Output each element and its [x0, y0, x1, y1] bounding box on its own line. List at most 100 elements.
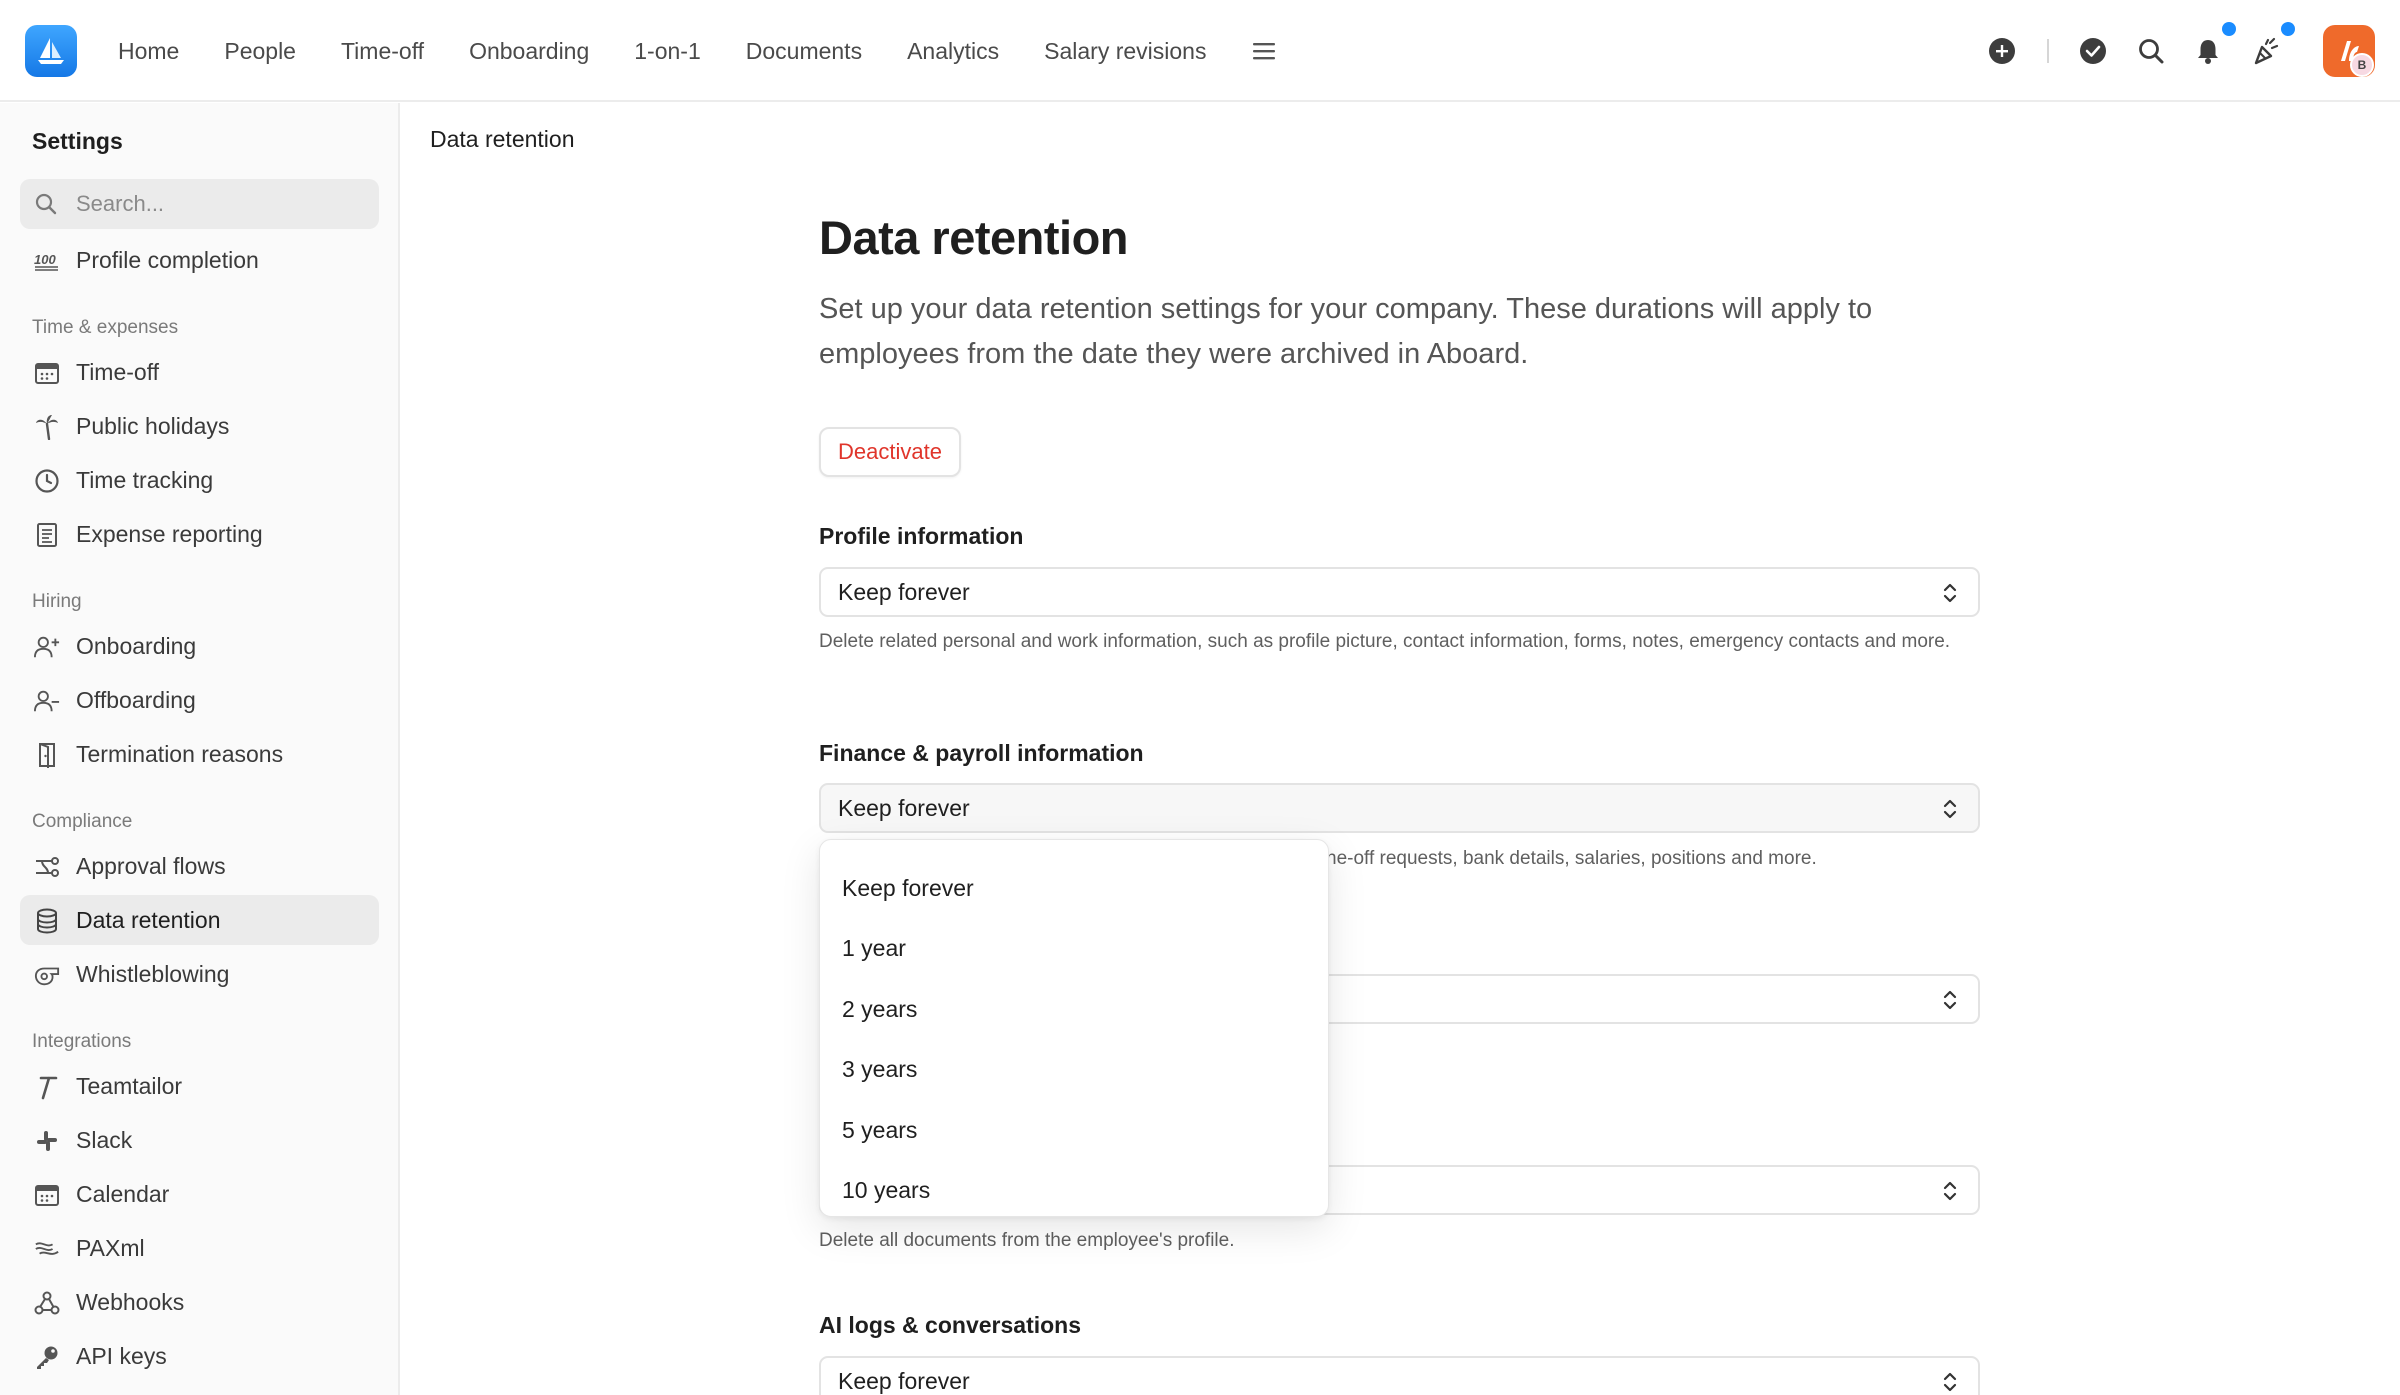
- sidebar-item-api-keys[interactable]: API keys: [20, 1331, 379, 1381]
- user-minus-icon: [34, 688, 60, 714]
- database-icon: [34, 908, 60, 934]
- dropdown-option-keep-forever[interactable]: Keep forever: [820, 858, 1328, 919]
- door-icon: [34, 742, 60, 768]
- field-label: Finance & payroll information: [819, 740, 1144, 766]
- notification-dot: [2222, 22, 2236, 36]
- sidebar-item-public-holidays[interactable]: Public holidays: [20, 401, 379, 451]
- sidebar-item-label: Time-off: [76, 358, 160, 385]
- sidebar-item-onboarding[interactable]: Onboarding: [20, 621, 379, 671]
- toolbar-divider: [2047, 39, 2049, 63]
- sidebar-section-title: Hiring: [32, 591, 82, 612]
- sidebar-item-label: Approval flows: [76, 852, 226, 879]
- sidebar-item-time-tracking[interactable]: Time tracking: [20, 455, 379, 505]
- sidebar-title: Settings: [32, 128, 123, 154]
- sidebar-item-label: Expense reporting: [76, 520, 263, 547]
- nav-home[interactable]: Home: [118, 38, 179, 65]
- sidebar-item-label: Teamtailor: [76, 1072, 183, 1099]
- svg-text:100: 100: [34, 252, 56, 267]
- sidebar-item-calendar[interactable]: Calendar: [20, 1169, 379, 1219]
- sidebar-item-label: PAXml: [76, 1234, 145, 1261]
- hundred-icon: 100: [34, 248, 60, 274]
- sidebar-item-label: Data retention: [76, 906, 221, 933]
- sidebar-item-teamtailor[interactable]: Teamtailor: [20, 1061, 379, 1111]
- dropdown-option-2-years[interactable]: 2 years: [820, 979, 1328, 1040]
- sidebar-section-title: Integrations: [32, 1031, 132, 1052]
- dropdown-option-5-years[interactable]: 5 years: [820, 1100, 1328, 1161]
- ai-logs-select[interactable]: Keep forever: [819, 1356, 1980, 1395]
- settings-sidebar: Settings Search... 100 Profile completio…: [0, 103, 400, 1395]
- avatar-badge: B: [2350, 53, 2374, 77]
- flow-icon: [34, 854, 60, 880]
- sidebar-item-expense-reporting[interactable]: Expense reporting: [20, 509, 379, 559]
- field-help-text: Delete related personal and work informa…: [819, 631, 1951, 652]
- search-icon[interactable]: [2133, 33, 2169, 69]
- webhook-icon: [34, 1290, 60, 1316]
- main-content: Data retention Set up your data retentio…: [819, 210, 1980, 477]
- celebration-icon[interactable]: [2249, 33, 2285, 69]
- paxml-icon: [34, 1236, 60, 1262]
- sailboat-icon: [38, 38, 64, 64]
- select-value: Keep forever: [838, 794, 970, 821]
- field-help-text: Delete all documents from the employee's…: [819, 1230, 1235, 1251]
- top-bar: Home People Time-off Onboarding 1-on-1 D…: [0, 0, 2400, 102]
- sidebar-item-label: Public holidays: [76, 412, 230, 439]
- receipt-icon: [34, 522, 60, 548]
- sidebar-item-whistleblowing[interactable]: Whistleblowing: [20, 949, 379, 999]
- sidebar-item-label: Onboarding: [76, 632, 197, 659]
- sidebar-item-label: Webhooks: [76, 1288, 185, 1315]
- sidebar-item-label: Time tracking: [76, 466, 214, 493]
- select-value: Keep forever: [838, 578, 970, 605]
- app-logo[interactable]: [25, 25, 77, 77]
- calendar-icon: [34, 1182, 60, 1208]
- key-icon: [34, 1344, 60, 1370]
- field-help-text: ne-off requests, bank details, salaries,…: [1326, 848, 1817, 869]
- select-value: Keep forever: [838, 1367, 970, 1394]
- nav-documents[interactable]: Documents: [746, 38, 862, 65]
- search-input[interactable]: Search...: [20, 179, 379, 229]
- sidebar-section-title: Compliance: [32, 811, 133, 832]
- finance-payroll-select[interactable]: Keep forever: [819, 783, 1980, 833]
- deactivate-button[interactable]: Deactivate: [819, 427, 961, 477]
- sidebar-item-paxml[interactable]: PAXml: [20, 1223, 379, 1273]
- celebration-dot: [2281, 22, 2295, 36]
- chevron-up-down-icon: [1943, 583, 1957, 603]
- field-label: Profile information: [819, 523, 1024, 549]
- sidebar-item-label: API keys: [76, 1342, 167, 1369]
- nav-analytics[interactable]: Analytics: [907, 38, 999, 65]
- check-circle-icon[interactable]: [2075, 33, 2111, 69]
- palm-tree-icon: [34, 414, 60, 440]
- clock-icon: [34, 468, 60, 494]
- nav-people[interactable]: People: [224, 38, 296, 65]
- chevron-up-down-icon: [1943, 799, 1957, 819]
- calendar-icon: [34, 360, 60, 386]
- add-circle-icon[interactable]: [1984, 33, 2020, 69]
- sidebar-item-label: Calendar: [76, 1180, 170, 1207]
- profile-information-select[interactable]: Keep forever: [819, 567, 1980, 617]
- dropdown-option-3-years[interactable]: 3 years: [820, 1040, 1328, 1101]
- sidebar-item-label: Offboarding: [76, 686, 196, 713]
- chevron-up-down-icon: [1943, 1372, 1957, 1392]
- nav-time-off[interactable]: Time-off: [341, 38, 424, 65]
- user-plus-icon: [34, 634, 60, 660]
- sidebar-item-label: Termination reasons: [76, 740, 284, 767]
- nav-salary-revisions[interactable]: Salary revisions: [1044, 38, 1206, 65]
- sidebar-item-label: Whistleblowing: [76, 960, 230, 987]
- nav-one-on-one[interactable]: 1-on-1: [634, 38, 700, 65]
- slack-icon: [34, 1128, 60, 1154]
- sidebar-item-termination-reasons[interactable]: Termination reasons: [20, 729, 379, 779]
- sidebar-item-offboarding[interactable]: Offboarding: [20, 675, 379, 725]
- search-icon: [34, 192, 58, 222]
- sidebar-item-data-retention[interactable]: Data retention: [20, 895, 379, 945]
- hamburger-menu-icon[interactable]: [1251, 38, 1277, 64]
- dropdown-option-10-years[interactable]: 10 years: [820, 1161, 1328, 1222]
- sidebar-item-time-off[interactable]: Time-off: [20, 347, 379, 397]
- nav-onboarding[interactable]: Onboarding: [469, 38, 589, 65]
- sidebar-item-approval-flows[interactable]: Approval flows: [20, 841, 379, 891]
- chevron-up-down-icon: [1943, 990, 1957, 1010]
- dropdown-option-1-year[interactable]: 1 year: [820, 919, 1328, 980]
- sidebar-item-profile-completion[interactable]: 100 Profile completion: [20, 235, 379, 285]
- search-placeholder: Search...: [76, 191, 165, 216]
- bell-icon[interactable]: [2190, 33, 2226, 69]
- sidebar-item-webhooks[interactable]: Webhooks: [20, 1277, 379, 1327]
- sidebar-item-slack[interactable]: Slack: [20, 1115, 379, 1165]
